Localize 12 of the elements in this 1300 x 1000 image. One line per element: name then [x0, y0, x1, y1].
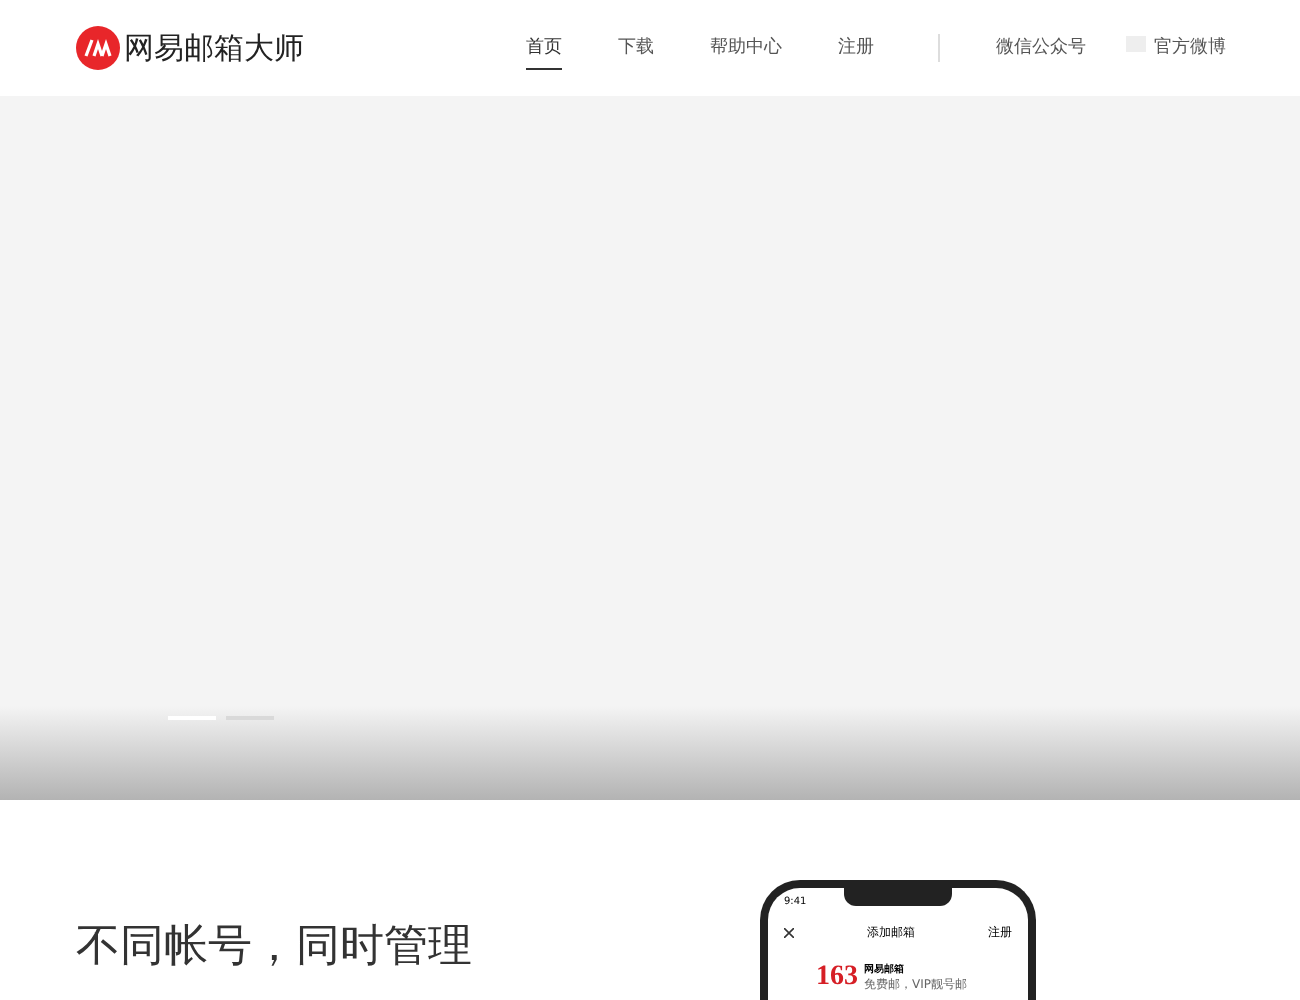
logo-number: 163 [816, 962, 858, 994]
nav-link[interactable]: 首页 [526, 26, 562, 70]
logo-icon [76, 26, 120, 70]
phone-notch [844, 886, 952, 906]
nav-link[interactable]: 帮助中心 [710, 26, 782, 70]
close-icon[interactable] [784, 928, 794, 938]
nav-link[interactable]: 下载 [618, 26, 654, 70]
social-link[interactable]: 微信公众号 [996, 26, 1086, 70]
feature-heading: 不同帐号，同时管理 [76, 920, 472, 976]
brand-name: 网易邮箱大师 [124, 29, 304, 67]
social-link[interactable]: 官方微博 [1154, 26, 1226, 70]
nav-link[interactable]: 注册 [838, 26, 874, 70]
